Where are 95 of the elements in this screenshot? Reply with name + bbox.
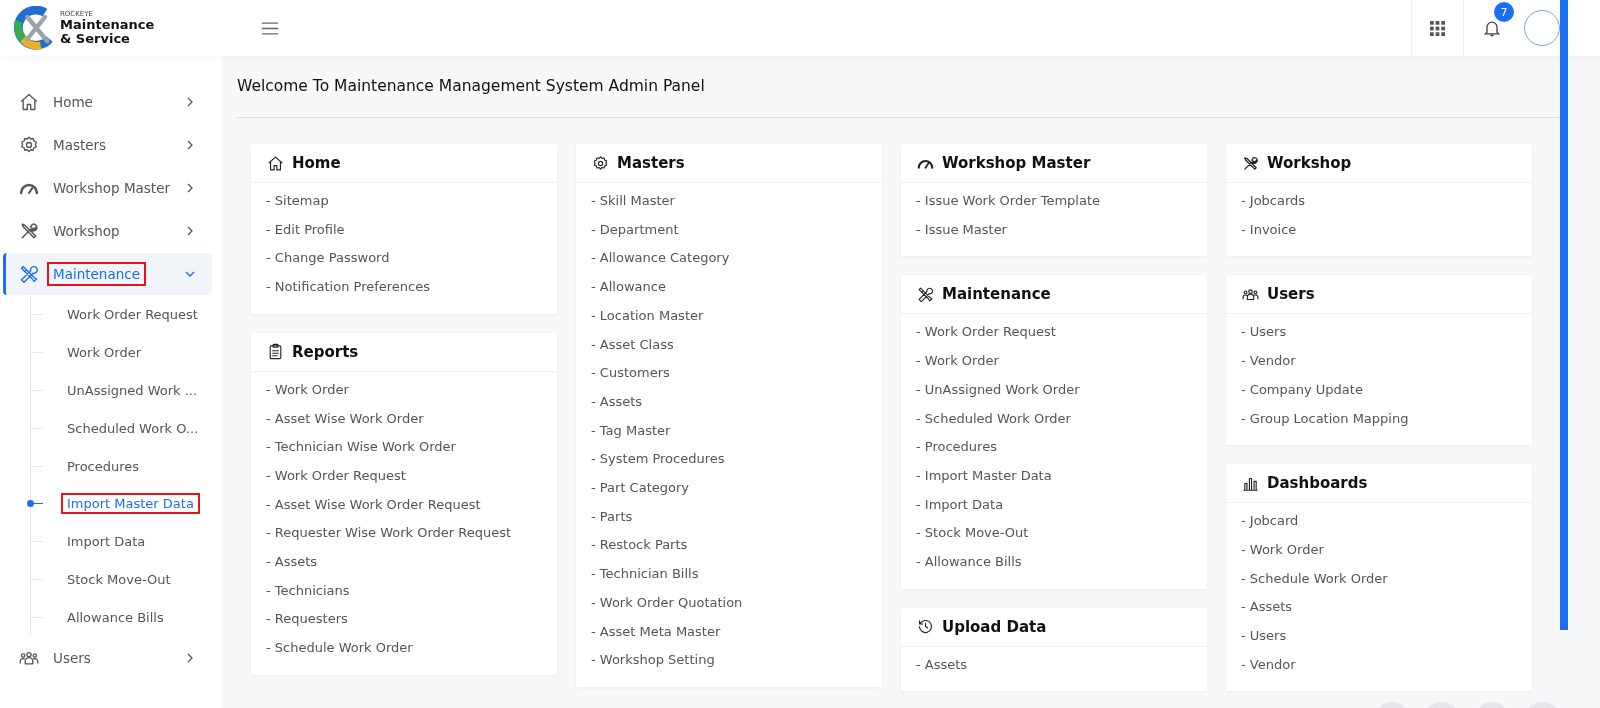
menu-link[interactable]: - Users — [1241, 622, 1287, 651]
submenu-item[interactable]: Procedures — [31, 447, 222, 485]
card-title: Reports — [292, 342, 359, 361]
menu-link[interactable]: - Group Location Mapping — [1241, 404, 1409, 434]
menu-link[interactable]: - Work Order — [916, 347, 999, 376]
menu-link[interactable]: - Jobcards — [1241, 187, 1306, 216]
menu-link[interactable]: - Change Password — [266, 244, 390, 274]
menu-link[interactable]: - Users — [1241, 318, 1287, 348]
home-icon — [19, 92, 39, 112]
brand-name-line: & Service — [60, 31, 131, 46]
tools-icon — [1242, 154, 1259, 172]
menu-link[interactable]: - Assets — [591, 387, 643, 417]
submenu-item[interactable]: Scheduled Work O... — [31, 409, 222, 448]
menu-link[interactable]: - Issue Master — [916, 215, 1007, 245]
menu-link[interactable]: - Company Update — [1241, 375, 1363, 405]
menu-link[interactable]: - Asset Wise Work Order Request — [266, 490, 481, 520]
menu-link[interactable]: - Technicians — [266, 576, 350, 606]
card-title: Users — [1267, 285, 1315, 304]
card-title: Workshop — [1267, 154, 1352, 172]
menu-link[interactable]: - Asset Meta Master — [591, 617, 721, 647]
notification-count-badge: 7 — [1494, 2, 1514, 22]
menu-link[interactable]: - Import Master Data — [916, 461, 1052, 491]
menu-link[interactable]: - Assets — [1241, 593, 1293, 623]
menu-link[interactable]: - Work Order Quotation — [591, 588, 743, 618]
menu-link[interactable]: - Procedures — [916, 433, 997, 462]
menu-link[interactable]: - Work Order Request — [916, 318, 1056, 348]
card-title: Home — [292, 154, 341, 172]
sidebar-item[interactable]: Maintenance — [3, 253, 212, 295]
menu-link[interactable]: - Work Order — [266, 375, 349, 405]
gear-icon — [19, 135, 39, 155]
history-icon — [917, 618, 934, 636]
menu-link[interactable]: - Requesters — [266, 605, 348, 635]
sidebar-item[interactable]: Masters — [3, 124, 212, 166]
submenu-item[interactable]: Work Order Request — [31, 296, 222, 334]
sidebar-item[interactable]: Workshop — [3, 210, 212, 252]
menu-link[interactable]: - Assets — [266, 548, 318, 577]
menu-link[interactable]: - Workshop Setting — [591, 646, 715, 675]
submenu-item[interactable]: Stock Move-Out — [31, 560, 222, 599]
menu-link[interactable]: - Import Data — [916, 490, 1004, 520]
menu-link[interactable]: - Jobcard — [1241, 507, 1299, 536]
card-title: Masters — [617, 154, 685, 172]
submenu-item[interactable]: UnAssigned Work ... — [31, 371, 222, 410]
menu-link[interactable]: - Schedule Work Order — [1241, 564, 1388, 594]
menu-link[interactable]: - Restock Parts — [591, 531, 688, 561]
home-icon — [267, 154, 284, 172]
wrench-screwdriver-icon — [19, 264, 39, 284]
sidebar-item[interactable]: Users — [3, 637, 212, 680]
menu-link[interactable]: - Work Order Request — [266, 461, 406, 491]
menu-link[interactable]: - Allowance Category — [591, 244, 730, 274]
submenu-item[interactable]: Allowance Bills — [31, 598, 222, 637]
menu-link[interactable]: - Assets — [916, 650, 968, 680]
menu-link[interactable]: - Department — [591, 215, 679, 245]
card-title: Upload Data — [942, 617, 1047, 636]
menu-link[interactable]: - Location Master — [591, 301, 704, 331]
menu-link[interactable]: - Vendor — [1241, 347, 1296, 376]
menu-link[interactable]: - Asset Class — [591, 330, 674, 360]
menu-link[interactable]: - Scheduled Work Order — [916, 404, 1071, 434]
card-title: Workshop Master — [942, 154, 1091, 172]
sidebar-item[interactable]: Home — [3, 81, 212, 123]
clipboard-icon — [267, 343, 284, 361]
menu-link[interactable]: - Issue Work Order Template — [916, 187, 1101, 216]
tools-icon — [19, 221, 39, 241]
menu-link[interactable]: - Sitemap — [266, 187, 329, 216]
menu-link[interactable]: - Notification Preferences — [266, 273, 430, 302]
menu-link[interactable]: - Vendor — [1241, 650, 1296, 680]
scrollbar[interactable] — [1560, 0, 1568, 630]
card-title: Maintenance — [942, 285, 1051, 304]
menu-link[interactable]: - Part Category — [591, 474, 689, 503]
gear-icon — [592, 154, 609, 172]
menu-link[interactable]: - Allowance — [591, 273, 666, 302]
menu-link[interactable]: - Customers — [591, 359, 670, 388]
brand-name: Maintenance — [60, 18, 155, 32]
menu-link[interactable]: - Edit Profile — [266, 215, 345, 245]
apps-grid-icon[interactable] — [1430, 20, 1445, 36]
card-title: Dashboards — [1267, 474, 1368, 493]
submenu-item[interactable]: Work Order — [31, 333, 222, 372]
menu-link[interactable]: - Technician Wise Work Order — [266, 433, 456, 462]
menu-link[interactable]: - Tag Master — [591, 416, 671, 446]
menu-link[interactable]: - Parts — [591, 502, 633, 532]
wrench-screwdriver-icon — [917, 285, 934, 303]
menu-link[interactable]: - Requester Wise Work Order Request — [266, 519, 512, 549]
page-title: Welcome To Maintenance Management System Admin Panel — [237, 77, 706, 97]
menu-link[interactable]: - Technician Bills — [591, 560, 699, 589]
menu-link[interactable]: - Schedule Work Order — [266, 634, 413, 663]
menu-link[interactable]: - Skill Master — [591, 187, 675, 216]
menu-link[interactable]: - Invoice — [1241, 215, 1297, 245]
submenu-item[interactable]: Import Data — [31, 522, 222, 561]
menu-link[interactable]: - Stock Move-Out — [916, 519, 1029, 549]
menu-link[interactable]: - Work Order — [1241, 535, 1324, 565]
menu-icon[interactable] — [261, 20, 279, 36]
menu-link[interactable]: - Asset Wise Work Order — [266, 404, 424, 434]
sidebar-item[interactable]: Workshop Master — [3, 167, 212, 209]
menu-link[interactable]: - UnAssigned Work Order — [916, 375, 1080, 405]
menu-link[interactable]: - Allowance Bills — [916, 548, 1022, 577]
menu-link[interactable]: - System Procedures — [591, 445, 725, 475]
